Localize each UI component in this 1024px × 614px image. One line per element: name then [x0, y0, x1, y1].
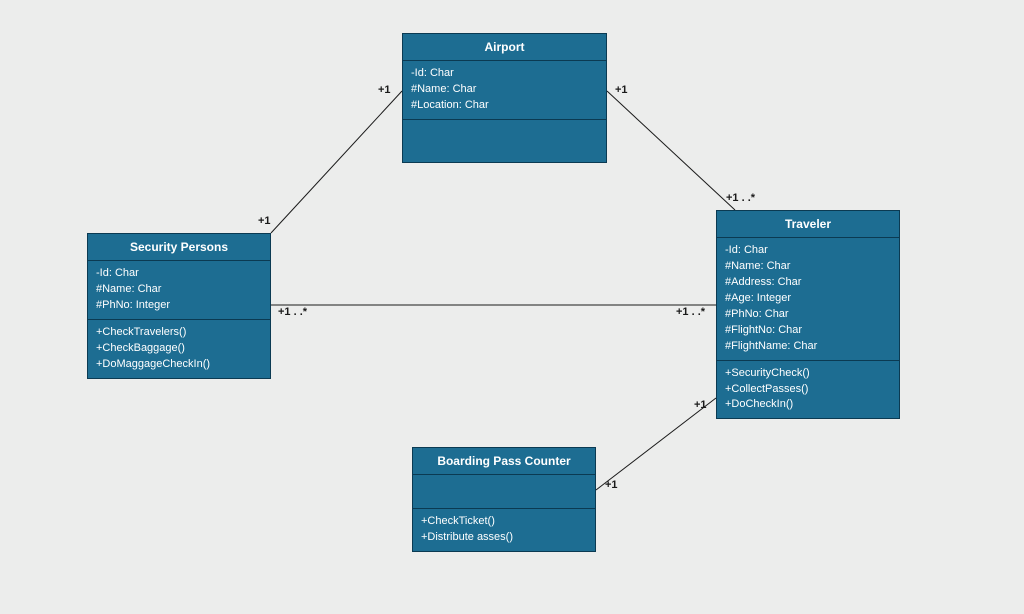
mult-traveler-bottom: +1 [694, 399, 707, 411]
attr: #FlightNo: Char [725, 323, 891, 339]
attr: #FlightName: Char [725, 339, 891, 355]
attributes-section: -Id: Char #Name: Char #Address: Char #Ag… [717, 238, 899, 361]
class-title: Security Persons [88, 234, 270, 261]
mult-security-top: +1 [258, 215, 271, 227]
attr: #Location: Char [411, 98, 598, 114]
attr: -Id: Char [411, 66, 598, 82]
op: +Distribute asses() [421, 530, 587, 546]
mult-traveler-top: +1 . .* [726, 192, 755, 204]
class-boarding-pass-counter: Boarding Pass Counter +CheckTicket() +Di… [412, 447, 596, 552]
op: +CheckTravelers() [96, 325, 262, 341]
attr: #Address: Char [725, 275, 891, 291]
operations-section: +CheckTravelers() +CheckBaggage() +DoMag… [88, 320, 270, 378]
mult-boarding-right: +1 [605, 479, 618, 491]
op: +CheckBaggage() [96, 341, 262, 357]
operations-section: +CheckTicket() +Distribute asses() [413, 509, 595, 551]
op: +SecurityCheck() [725, 366, 891, 382]
attr: -Id: Char [725, 243, 891, 259]
attr: #Name: Char [725, 259, 891, 275]
attr: #PhNo: Integer [96, 298, 262, 314]
attributes-section: -Id: Char #Name: Char #Location: Char [403, 61, 606, 120]
class-traveler: Traveler -Id: Char #Name: Char #Address:… [716, 210, 900, 419]
attributes-section: -Id: Char #Name: Char #PhNo: Integer [88, 261, 270, 320]
class-security-persons: Security Persons -Id: Char #Name: Char #… [87, 233, 271, 379]
class-title: Boarding Pass Counter [413, 448, 595, 475]
op: +DoMaggageCheckIn() [96, 357, 262, 373]
attr: #PhNo: Char [725, 307, 891, 323]
class-title: Traveler [717, 211, 899, 238]
mult-security-right: +1 . .* [278, 306, 307, 318]
class-title: Airport [403, 34, 606, 61]
attr: #Name: Char [411, 82, 598, 98]
operations-section: +SecurityCheck() +CollectPasses() +DoChe… [717, 361, 899, 419]
op: +DoCheckIn() [725, 397, 891, 413]
class-airport: Airport -Id: Char #Name: Char #Location:… [402, 33, 607, 163]
op: +CollectPasses() [725, 382, 891, 398]
op: +CheckTicket() [421, 514, 587, 530]
operations-section [403, 120, 606, 162]
attr: -Id: Char [96, 266, 262, 282]
attr: #Age: Integer [725, 291, 891, 307]
attributes-section [413, 475, 595, 509]
attr: #Name: Char [96, 282, 262, 298]
mult-airport-right: +1 [615, 84, 628, 96]
mult-airport-left: +1 [378, 84, 391, 96]
mult-traveler-left-mid: +1 . .* [676, 306, 705, 318]
